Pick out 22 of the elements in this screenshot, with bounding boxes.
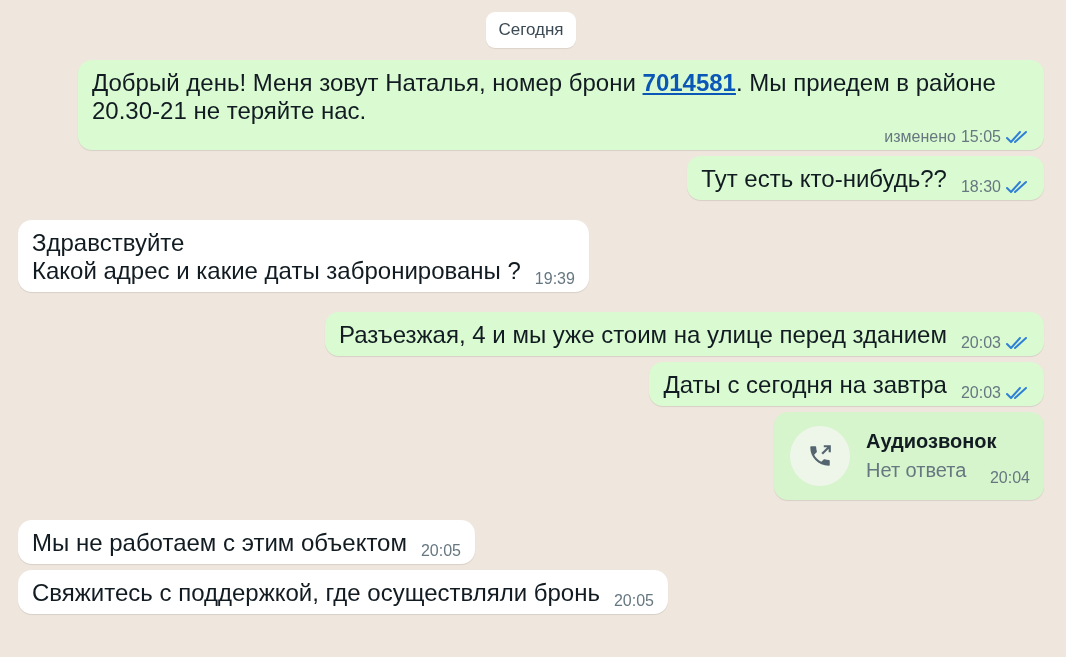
message-text: Тут есть кто-нибудь?? [701, 165, 947, 193]
message-time: 20:03 [960, 334, 1001, 352]
date-chip: Сегодня [486, 12, 576, 48]
message-text: Разъезжая, 4 и мы уже стоим на улице перед зданием [338, 321, 947, 349]
message-text: Мы не работаем с этим объектом [32, 529, 407, 557]
message-time: 18:30 [960, 178, 1001, 196]
message-text: Здравствуйте Какой адрес и какие даты забронированы ? [32, 229, 521, 285]
message-time: 20:04 [989, 469, 1030, 487]
message-time: 15:05 [960, 128, 1001, 146]
message-text: Добрый день! Меня зовут Наталья, номер брони 7014581. Мы приедем в районе 20.30-21 не теряйте нас. [92, 69, 997, 125]
message-time: 20:05 [420, 542, 461, 560]
call-status: Нет ответа [866, 459, 967, 482]
edited-label: изменено [884, 128, 956, 146]
message-time: 20:05 [613, 592, 654, 610]
call-bubble[interactable]: Аудиозвонок Нет ответа 20:04 [774, 412, 1044, 500]
booking-link[interactable]: 7014581 [642, 69, 736, 96]
message-text: Даты с сегодня на завтра [663, 371, 947, 399]
message-text: Свяжитесь с поддержкой, где осуществляли бронь [32, 579, 600, 607]
call-title: Аудиозвонок [866, 430, 998, 453]
message-time: 20:03 [960, 384, 1001, 402]
phone-icon [807, 443, 833, 469]
message-time: 19:39 [534, 270, 575, 288]
